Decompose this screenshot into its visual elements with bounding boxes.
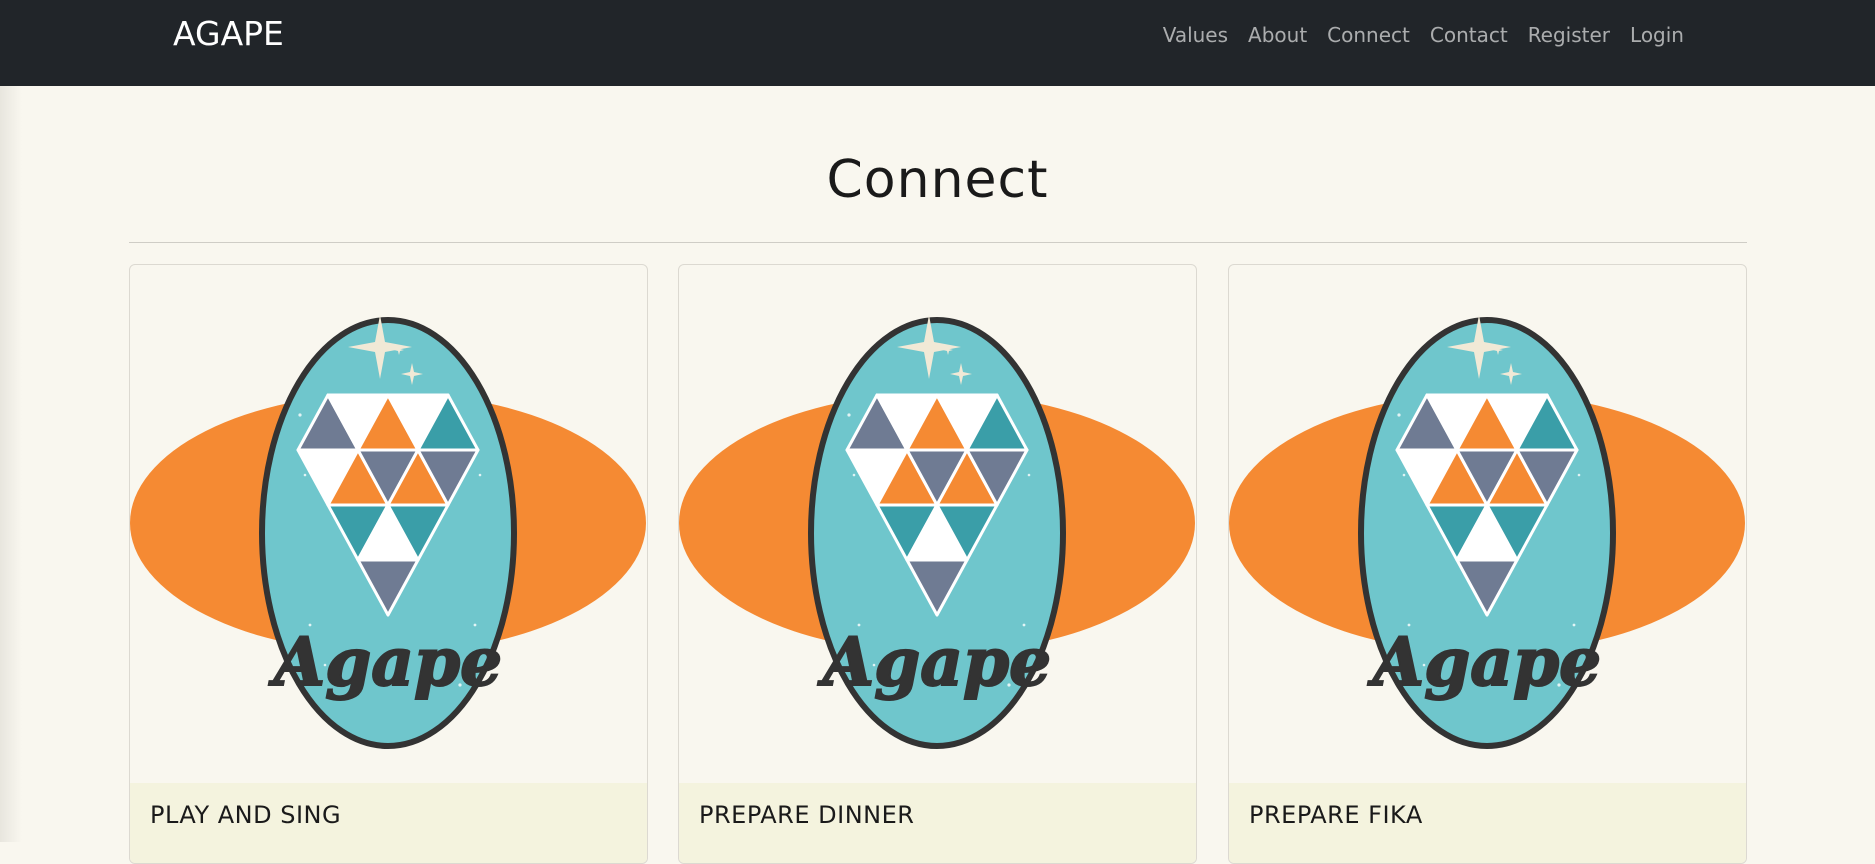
card-title: PREPARE FIKA xyxy=(1249,801,1423,829)
brand-link[interactable]: AGAPE xyxy=(173,14,284,53)
agape-logo-image xyxy=(679,265,1196,783)
navbar: AGAPE Values About Connect Contact Regis… xyxy=(0,0,1875,86)
agape-logo-image xyxy=(1229,265,1746,783)
card-footer: PREPARE DINNER xyxy=(679,783,1196,863)
nav-link-about[interactable]: About xyxy=(1238,22,1317,48)
nav-link-contact[interactable]: Contact xyxy=(1420,22,1518,48)
card-footer: PREPARE FIKA xyxy=(1229,783,1746,863)
card-title: PLAY AND SING xyxy=(150,801,342,829)
nav-link-register[interactable]: Register xyxy=(1518,22,1620,48)
activity-card-prepare-fika[interactable]: PREPARE FIKA xyxy=(1228,264,1747,864)
title-divider xyxy=(129,242,1747,243)
nav-link-login[interactable]: Login xyxy=(1620,22,1694,48)
activity-card-prepare-dinner[interactable]: PREPARE DINNER xyxy=(678,264,1197,864)
nav-link-values[interactable]: Values xyxy=(1153,22,1238,48)
nav-link-connect[interactable]: Connect xyxy=(1317,22,1420,48)
card-title: PREPARE DINNER xyxy=(699,801,915,829)
page-title: Connect xyxy=(826,150,1049,210)
card-footer: PLAY AND SING xyxy=(130,783,647,863)
agape-logo-image xyxy=(130,265,647,783)
nav-links: Values About Connect Contact Register Lo… xyxy=(1153,22,1694,48)
activity-card-play-and-sing[interactable]: PLAY AND SING xyxy=(129,264,648,864)
